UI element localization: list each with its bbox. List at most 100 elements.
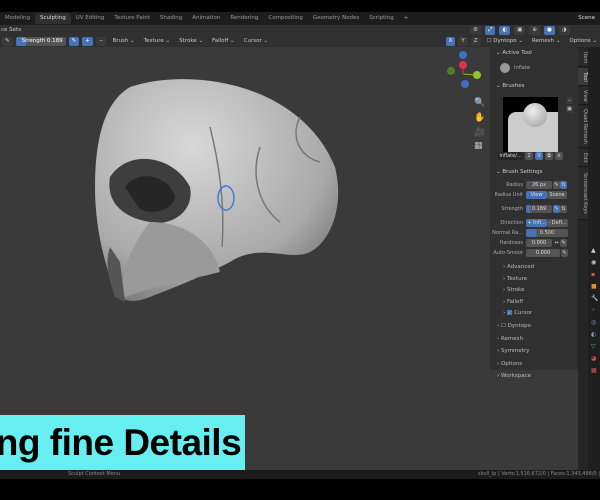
options-menu[interactable]: Options ⌄	[566, 38, 600, 44]
subtract-direction-button[interactable]: −	[95, 36, 107, 46]
tab-animation[interactable]: Animation	[187, 13, 225, 24]
tool-icon[interactable]: ▲	[591, 247, 598, 254]
strength-field[interactable]: 0.189	[526, 205, 552, 213]
radius-unit-view[interactable]: View	[526, 191, 547, 199]
render-icon[interactable]: ◉	[591, 259, 598, 266]
status-hint: Sculpt Context Menu	[68, 471, 121, 477]
direction-deflate[interactable]: - Defl...	[547, 219, 568, 227]
caption-banner: ing fine Details	[0, 415, 245, 470]
symmetry-panel[interactable]: › Symmetry	[497, 348, 529, 354]
strength-scene-icon[interactable]: ⇅	[560, 205, 567, 213]
stroke-subpanel[interactable]: › Stroke	[503, 287, 524, 293]
tab-tool[interactable]: Tool	[578, 68, 588, 86]
autosmooth-pressure-icon[interactable]: ✎	[561, 249, 568, 257]
symmetry-x[interactable]: X	[445, 36, 456, 46]
radius-pressure-icon[interactable]: ✎	[553, 181, 560, 189]
remesh-menu[interactable]: Remesh ⌄	[529, 38, 563, 44]
advanced-subpanel[interactable]: › Advanced	[503, 264, 534, 270]
material-shading[interactable]: ◑	[558, 26, 570, 35]
tab-sculpting[interactable]: Sculpting	[35, 13, 71, 24]
unlink-brush-icon[interactable]: ×	[555, 152, 563, 160]
brush-list-toggle[interactable]: ▣	[566, 106, 573, 113]
tab-uv-editing[interactable]: UV Editing	[71, 13, 110, 24]
pressure-icon[interactable]: ✎	[2, 36, 13, 46]
direction-inflate[interactable]: + Infl...	[526, 219, 547, 227]
tab-rendering[interactable]: Rendering	[225, 13, 263, 24]
strength-label: Strength	[21, 37, 46, 44]
tab-modeling[interactable]: Modeling	[0, 13, 35, 24]
autosmooth-row: Auto-Smoot 0.000 ✎	[490, 249, 568, 257]
xray-toggle[interactable]: ▣	[514, 26, 526, 35]
object-icon[interactable]: ■	[591, 283, 598, 290]
falloff-subpanel[interactable]: › Falloff	[503, 299, 523, 305]
normal-radius-label: Normal Ra...	[492, 230, 523, 236]
falloff-menu[interactable]: Falloff ⌄	[209, 38, 238, 44]
add-workspace-button[interactable]: +	[399, 13, 414, 24]
tab-item[interactable]: Item	[578, 49, 588, 67]
brushes-header[interactable]: ⌄ Brushes	[490, 83, 578, 89]
strength-pressure-toggle[interactable]: ✎	[68, 36, 80, 46]
dyntopo-menu[interactable]: ☐ Dyntopo ⌄	[484, 38, 526, 44]
symmetry-y[interactable]: Y	[458, 36, 468, 46]
active-tool[interactable]: Inflate	[490, 63, 578, 73]
duplicate-brush-icon[interactable]: ⧉	[545, 152, 553, 160]
options-panel[interactable]: › Options	[497, 361, 522, 367]
brush-list-expand[interactable]: ⌄	[566, 97, 573, 104]
material-icon[interactable]: ◕	[591, 355, 598, 362]
tab-edit[interactable]: Edit	[578, 149, 588, 167]
radius-label: Radius	[506, 182, 523, 188]
add-direction-button[interactable]: +	[82, 36, 93, 46]
data-icon[interactable]: ▽	[591, 343, 598, 350]
overlay-toggle[interactable]: ◐	[499, 26, 511, 35]
symmetry-z[interactable]: Z	[470, 36, 481, 46]
brush-settings-header[interactable]: ⌄ Brush Settings	[490, 169, 578, 175]
tab-quad-remesh[interactable]: Quad Remesh	[578, 106, 588, 148]
tab-compositing[interactable]: Compositing	[263, 13, 307, 24]
brush-menu[interactable]: Brush ⌄	[109, 38, 137, 44]
tab-scripting[interactable]: Scripting	[364, 13, 398, 24]
output-icon[interactable]: ▪	[591, 271, 598, 278]
workspace-panel[interactable]: › Workspace	[497, 373, 531, 379]
cursor-menu[interactable]: Cursor ⌄	[241, 38, 271, 44]
brush-preview[interactable]	[503, 97, 558, 152]
hardness-field[interactable]: 0.000	[526, 239, 552, 247]
brush-users[interactable]: 2	[525, 152, 533, 160]
tab-texture-paint[interactable]: Texture Paint	[109, 13, 155, 24]
face-sets-menu[interactable]: ce Sets	[1, 27, 21, 33]
cursor-subpanel[interactable]: › ✓ Cursor	[503, 310, 532, 316]
scene-selector[interactable]: Scene	[573, 13, 600, 24]
tab-screencast-keys[interactable]: Screencast Keys	[578, 168, 588, 220]
texture-subpanel[interactable]: › Texture	[503, 276, 527, 282]
radius-unit-scene[interactable]: Scene	[547, 191, 567, 199]
solid-shading[interactable]: ●	[543, 26, 555, 35]
texture-menu[interactable]: Texture ⌄	[141, 38, 174, 44]
particles-icon[interactable]: ⁘	[591, 307, 598, 314]
modifier-icon[interactable]: 🔧	[591, 295, 598, 302]
hardness-pressure-icon[interactable]: ✎	[560, 239, 567, 247]
brush-name[interactable]: Inflate/...	[498, 152, 523, 160]
radius-scene-icon[interactable]: ⇅	[560, 181, 567, 189]
tab-view[interactable]: View	[578, 87, 588, 105]
gizmo-toggle[interactable]: ⚙	[470, 26, 481, 35]
strength-pressure-icon[interactable]: ✎	[553, 205, 560, 213]
autosmooth-field[interactable]: 0.000	[526, 249, 560, 257]
cursor-checkbox[interactable]: ✓	[506, 310, 513, 315]
strength-slider[interactable]: Strength 0.189	[15, 36, 66, 46]
physics-icon[interactable]: ◎	[591, 319, 598, 326]
texture-icon[interactable]: ▦	[591, 367, 598, 374]
active-tool-name: Inflate	[514, 65, 530, 71]
radius-field[interactable]: 26 px	[526, 181, 552, 189]
wireframe-shading[interactable]: ⊕	[529, 26, 540, 35]
stroke-menu[interactable]: Stroke ⌄	[176, 38, 206, 44]
tab-geometry-nodes[interactable]: Geometry Nodes	[308, 13, 364, 24]
invert-icon[interactable]: ↔	[553, 239, 560, 247]
active-tool-header[interactable]: ⌄ Active Tool	[490, 50, 578, 56]
constraints-icon[interactable]: ◐	[591, 331, 598, 338]
normal-radius-field[interactable]: 0.500	[526, 229, 568, 237]
remesh-panel[interactable]: › Remesh	[497, 336, 523, 342]
tab-shading[interactable]: Shading	[155, 13, 187, 24]
properties-editor[interactable]: ▲ ◉ ▪ ■ 🔧 ⁘ ◎ ◐ ▽ ◕ ▦	[588, 47, 600, 470]
fake-user-icon[interactable]: ⛨	[535, 152, 543, 160]
dyntopo-panel[interactable]: › ☐ Dyntopo	[497, 323, 531, 329]
navigate-gizmo-toggle[interactable]: ⤢	[484, 26, 496, 35]
